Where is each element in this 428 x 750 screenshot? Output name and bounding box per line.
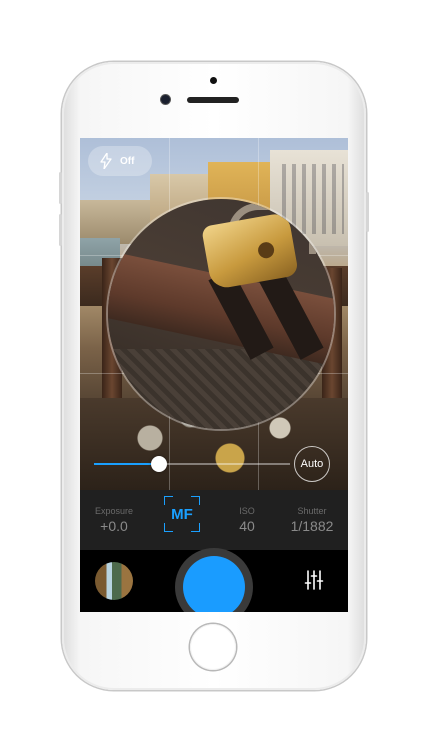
auto-focus-label: Auto <box>300 458 324 470</box>
focus-magnifier-loupe <box>108 199 334 429</box>
sliders-icon[interactable] <box>302 568 326 592</box>
camera-settings-row: Exposure +0.0 MF ISO 40 Shutter 1/1882 <box>80 490 348 550</box>
iso-setting[interactable]: ISO 40 <box>226 490 268 550</box>
front-camera <box>161 95 170 104</box>
screen: Off Auto Exposure +0.0 MF ISO 40 Shutter… <box>80 138 348 612</box>
padlock-keyhole <box>256 240 276 260</box>
shutter-speed-label: Shutter <box>297 506 327 516</box>
camera-bottom-bar <box>80 548 348 612</box>
home-button[interactable] <box>190 624 236 670</box>
proximity-sensor <box>210 77 217 84</box>
iso-label: ISO <box>239 506 255 516</box>
focus-slider[interactable] <box>94 456 290 472</box>
iso-value: 40 <box>239 518 255 534</box>
shutter-button[interactable] <box>183 556 245 612</box>
camera-viewfinder[interactable]: Off Auto <box>80 138 348 490</box>
volume-button <box>59 172 62 204</box>
auto-focus-button[interactable]: Auto <box>294 446 330 482</box>
focus-slider-fill <box>94 463 159 465</box>
photo-thumbnail[interactable] <box>95 562 133 600</box>
earpiece-speaker <box>187 97 239 103</box>
loupe-stone <box>108 349 334 429</box>
shutter-speed-setting[interactable]: Shutter 1/1882 <box>280 490 344 550</box>
shutter-speed-value: 1/1882 <box>290 518 334 534</box>
focus-slider-thumb[interactable] <box>150 456 167 472</box>
focus-mode-value: MF <box>171 505 193 523</box>
power-button <box>366 192 369 232</box>
flash-toggle[interactable]: Off <box>88 146 152 176</box>
volume-button <box>59 214 62 246</box>
exposure-value: +0.0 <box>100 518 128 534</box>
lightning-bolt-icon <box>100 153 112 169</box>
flash-label: Off <box>120 155 135 167</box>
exposure-setting[interactable]: Exposure +0.0 <box>88 490 140 550</box>
exposure-label: Exposure <box>94 506 134 516</box>
